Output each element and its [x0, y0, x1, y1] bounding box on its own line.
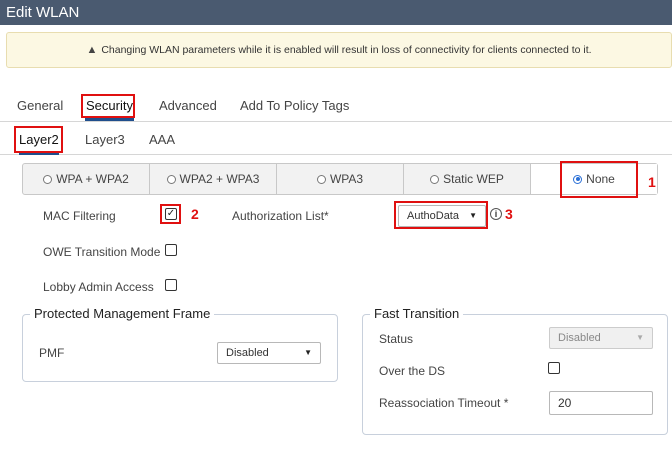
chevron-down-icon: ▼ [304, 348, 312, 357]
warning-text: Changing WLAN parameters while it is ena… [101, 44, 592, 56]
tab-aaa[interactable]: AAA [149, 132, 175, 147]
warning-triangle-icon: ▲ [86, 44, 98, 56]
tab-general[interactable]: General [17, 98, 63, 113]
security-sub-tabs: Layer2 Layer3 AAA [0, 125, 672, 155]
mode-wpa2-wpa3[interactable]: WPA2 + WPA3 [150, 164, 277, 194]
radio-icon [430, 174, 440, 184]
lobby-admin-label: Lobby Admin Access [43, 280, 154, 294]
authorization-list-label: Authorization List* [232, 209, 329, 223]
pmf-select[interactable]: Disabled ▼ [217, 342, 321, 364]
mode-wpa3[interactable]: WPA3 [277, 164, 404, 194]
radio-icon [43, 174, 53, 184]
fast-transition-legend: Fast Transition [370, 306, 464, 321]
tab-layer3[interactable]: Layer3 [85, 132, 125, 147]
active-tab-underline [85, 118, 134, 121]
fast-transition-section: Fast Transition Status Disabled ▼ Over th… [362, 306, 668, 435]
ft-status-select[interactable]: Disabled ▼ [549, 327, 653, 349]
tab-layer2[interactable]: Layer2 [19, 132, 59, 155]
pmf-section: Protected Management Frame PMF Disabled ▼ [22, 306, 338, 382]
mac-filtering-checkbox[interactable]: ✓ [165, 208, 177, 220]
warning-banner: ▲ Changing WLAN parameters while it is en… [6, 32, 672, 68]
pmf-legend: Protected Management Frame [30, 306, 215, 321]
window-title: Edit WLAN [0, 0, 672, 25]
over-the-ds-checkbox[interactable] [548, 362, 560, 374]
tab-add-to-policy-tags[interactable]: Add To Policy Tags [240, 98, 349, 113]
over-the-ds-label: Over the DS [379, 364, 446, 378]
ft-status-label: Status [379, 332, 414, 346]
owe-transition-label: OWE Transition Mode [43, 245, 161, 259]
reassociation-timeout-label: Reassociation Timeout * [379, 396, 509, 410]
security-mode-selector: WPA + WPA2 WPA2 + WPA3 WPA3 Static WEP N… [22, 163, 658, 195]
active-subtab-underline [19, 152, 59, 155]
annotation-1: 1 [648, 174, 656, 190]
radio-icon [166, 174, 176, 184]
reassociation-timeout-input[interactable]: 20 [549, 391, 653, 415]
main-tabs: General Security Advanced Add To Policy … [0, 90, 672, 122]
radio-icon [316, 174, 326, 184]
tab-advanced[interactable]: Advanced [159, 98, 217, 113]
mode-none[interactable]: None [531, 164, 657, 194]
chevron-down-icon: ▼ [469, 211, 477, 220]
mac-filtering-label: MAC Filtering [43, 209, 116, 223]
annotation-3: 3 [505, 206, 513, 222]
annotation-2: 2 [191, 206, 199, 222]
tab-security[interactable]: Security [85, 98, 134, 121]
lobby-admin-checkbox[interactable] [165, 279, 177, 291]
authorization-list-select[interactable]: AuthoData ▼ [398, 205, 486, 227]
info-icon[interactable]: i [490, 208, 502, 220]
mode-wpa-wpa2[interactable]: WPA + WPA2 [23, 164, 150, 194]
pmf-label: PMF [39, 346, 65, 360]
radio-selected-icon [573, 174, 583, 184]
mode-static-wep[interactable]: Static WEP [404, 164, 531, 194]
owe-transition-checkbox[interactable] [165, 244, 177, 256]
chevron-down-icon: ▼ [636, 333, 644, 342]
